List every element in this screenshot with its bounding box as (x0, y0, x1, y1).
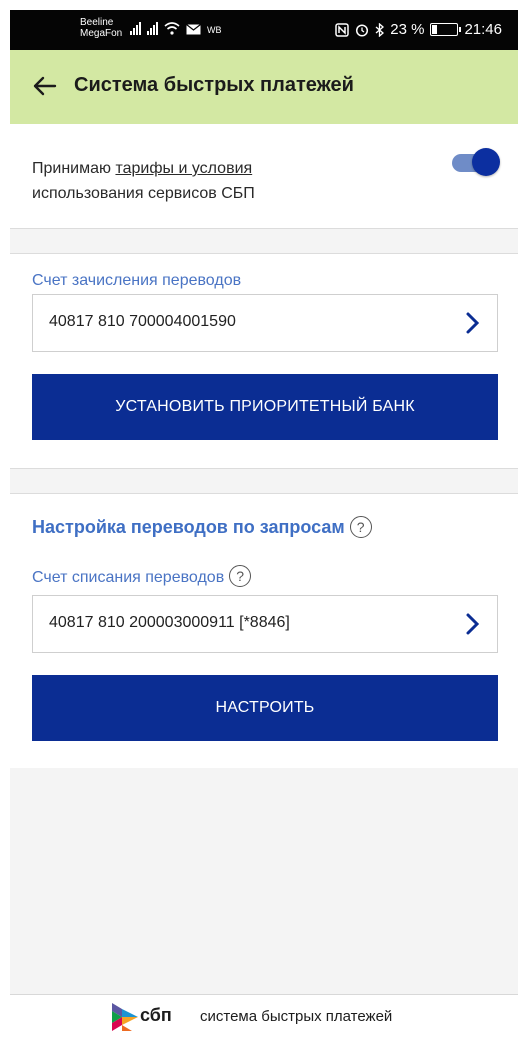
chevron-right-icon (466, 312, 480, 334)
screen: Beeline MegaFon WB 23 % 21:46 Система бы… (10, 10, 518, 1043)
terms-prefix: Принимаю (32, 160, 116, 177)
status-bar: Beeline MegaFon WB 23 % 21:46 (10, 10, 518, 50)
signal-icon (130, 22, 141, 35)
battery-icon (430, 23, 462, 36)
empty-area (10, 768, 518, 995)
help-icon-2[interactable]: ? (229, 565, 252, 587)
carrier-names: Beeline MegaFon (80, 17, 122, 39)
alarm-icon (356, 23, 369, 37)
section-divider (10, 228, 518, 254)
page-title: Система быстрых платежей (74, 74, 354, 96)
sbp-logo-icon (112, 1003, 138, 1031)
requests-title-text: Настройка переводов по запросам (32, 517, 345, 537)
incoming-account-value: 40817 810 700004001590 (49, 313, 236, 330)
carrier-2: MegaFon (80, 28, 123, 39)
signal-icons: WB (130, 22, 222, 35)
incoming-account-field[interactable]: 40817 810 700004001590 (32, 294, 498, 352)
clock: 21:46 (464, 21, 502, 38)
section-divider-2 (10, 468, 518, 494)
signal-icon-2 (147, 22, 158, 35)
status-right: 23 % 21:46 (335, 21, 502, 38)
bluetooth-icon (375, 22, 385, 37)
battery-percent: 23 % (390, 21, 425, 38)
app-header: Система быстрых платежей (10, 50, 518, 124)
debit-account-label: Счет списания переводов? (32, 565, 252, 587)
debit-account-label-text: Счет списания переводов (32, 569, 225, 586)
mail-icon (186, 24, 201, 35)
carrier-1: Beeline (80, 17, 114, 28)
sbp-full-name: система быстрых платежей (200, 1008, 393, 1025)
back-arrow-icon[interactable] (30, 72, 58, 100)
wb-label: WB (207, 25, 222, 35)
debit-account-value: 40817 810 200003000911 [*8846] (49, 614, 290, 631)
configure-button[interactable]: НАСТРОИТЬ (32, 675, 498, 741)
wifi-icon (164, 22, 180, 35)
toggle-knob (472, 148, 500, 176)
terms-toggle[interactable] (448, 148, 500, 176)
incoming-account-label: Счет зачисления переводов (32, 272, 242, 289)
requests-section-title: Настройка переводов по запросам? (32, 516, 372, 538)
chevron-right-icon-2 (466, 613, 480, 635)
terms-suffix: использования сервисов СБП (32, 185, 255, 202)
nfc-icon (335, 22, 349, 37)
debit-account-field[interactable]: 40817 810 200003000911 [*8846] (32, 595, 498, 653)
terms-text: Принимаю тарифы и условия использования … (32, 156, 392, 206)
terms-link[interactable]: тарифы и условия (115, 160, 252, 177)
sbp-short-name: сбп (140, 1005, 172, 1025)
help-icon[interactable]: ? (349, 516, 372, 538)
set-priority-bank-button[interactable]: УСТАНОВИТЬ ПРИОРИТЕТНЫЙ БАНК (32, 374, 498, 440)
footer: сбп система быстрых платежей (10, 995, 518, 1043)
